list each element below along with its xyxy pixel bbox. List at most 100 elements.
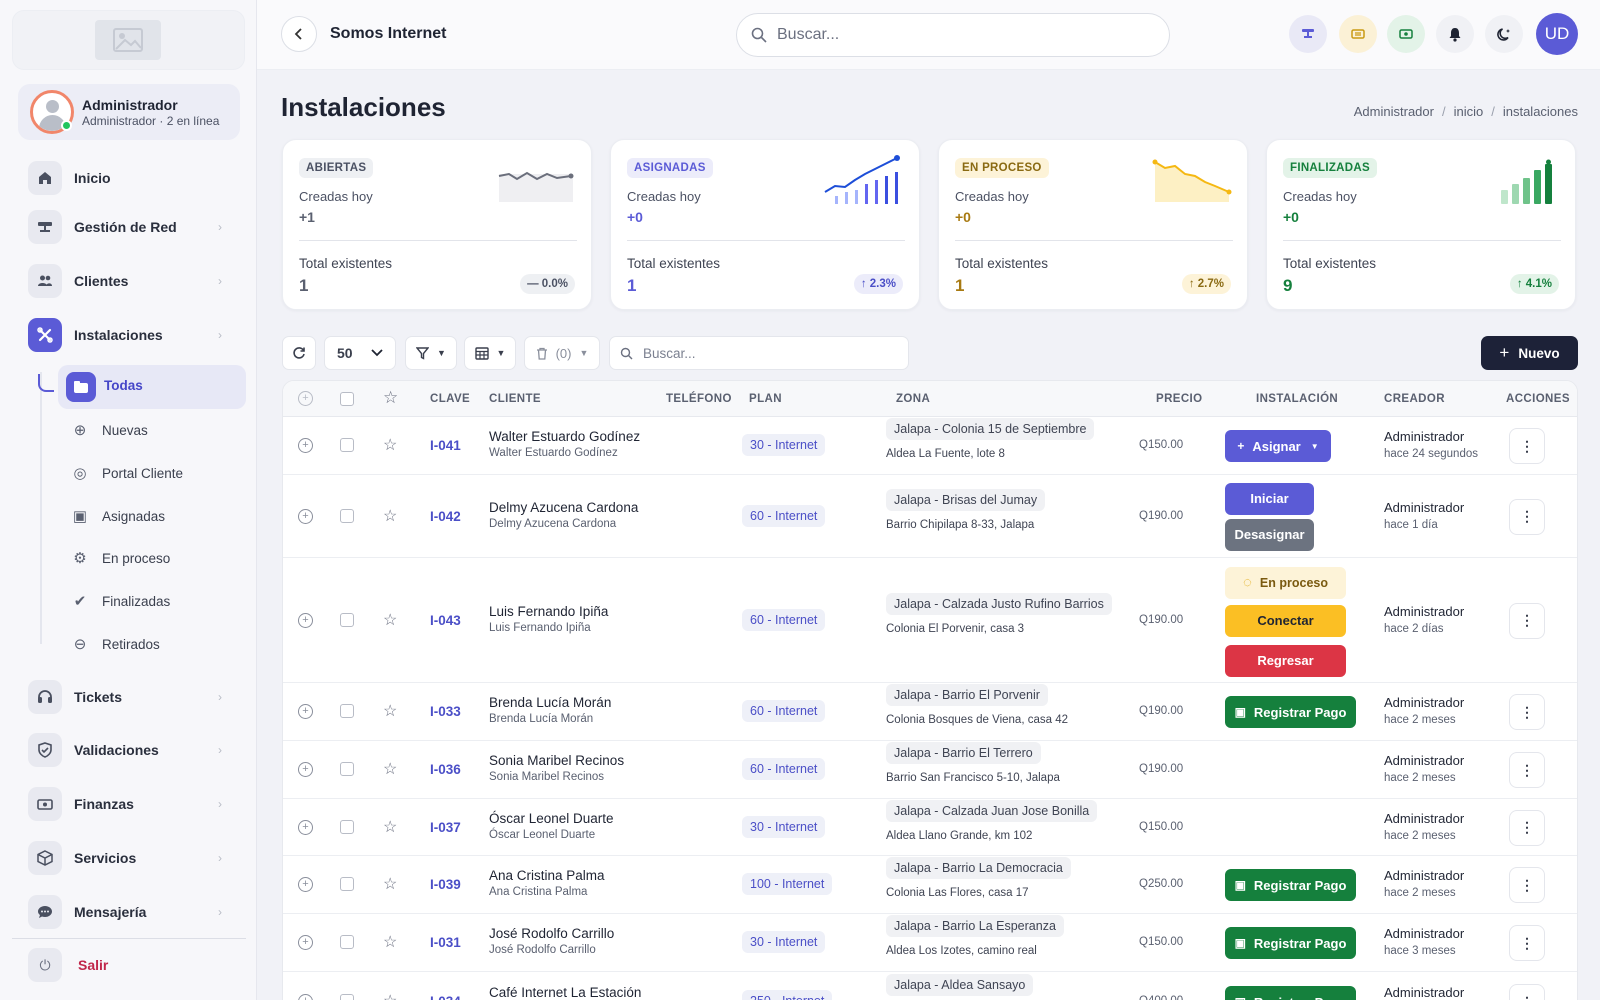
table-row[interactable]: + ☆ I-041 Walter Estuardo Godínez Walter Est… xyxy=(283,417,1577,475)
row-clave[interactable]: I-031 xyxy=(430,935,461,950)
page-size-select[interactable]: 50 xyxy=(324,336,396,370)
row-checkbox[interactable] xyxy=(340,877,354,891)
table-row[interactable]: + ☆ I-034 Café Internet La Estación 250 - In… xyxy=(283,972,1577,1000)
column-header-cliente[interactable]: CLIENTE xyxy=(489,393,541,405)
column-header-zona[interactable]: ZONA xyxy=(896,393,930,405)
table-row[interactable]: + ☆ I-042 Delmy Azucena Cardona Delmy Azucen… xyxy=(283,475,1577,558)
client-name[interactable]: Delmy Azucena Cardona xyxy=(489,500,638,515)
row-checkbox[interactable] xyxy=(340,935,354,949)
select-all-checkbox[interactable] xyxy=(340,392,354,406)
submenu-item-nuevas[interactable]: ⊕ Nuevas xyxy=(68,418,148,442)
client-name[interactable]: Brenda Lucía Morán xyxy=(489,695,611,710)
star-icon[interactable]: ☆ xyxy=(383,991,397,1000)
row-clave[interactable]: I-041 xyxy=(430,438,461,453)
register-payment-button[interactable]: ▣ Registrar Pago xyxy=(1225,986,1356,1000)
sidebar-item-finanzas[interactable]: Finanzas › xyxy=(28,787,228,821)
column-header-plan[interactable]: PLAN xyxy=(749,393,782,405)
stat-card-asignadas[interactable]: ASIGNADAS Creadas hoy +0 Total existente… xyxy=(610,139,920,310)
star-icon[interactable]: ☆ xyxy=(383,388,398,408)
sidebar-item-tickets[interactable]: Tickets › xyxy=(28,680,228,714)
expand-row-icon[interactable]: + xyxy=(298,762,313,777)
expand-row-icon[interactable]: + xyxy=(298,877,313,892)
row-clave[interactable]: I-036 xyxy=(430,762,461,777)
global-search[interactable] xyxy=(736,13,1170,57)
star-icon[interactable]: ☆ xyxy=(383,817,397,837)
star-icon[interactable]: ☆ xyxy=(383,435,397,455)
sidebar-item-inicio[interactable]: Inicio xyxy=(28,161,228,195)
row-clave[interactable]: I-034 xyxy=(430,994,461,1000)
ticket-shortcut-button[interactable] xyxy=(1339,15,1377,53)
row-actions-menu[interactable]: ⋮ xyxy=(1509,752,1545,788)
back-button[interactable] xyxy=(281,16,317,52)
network-shortcut-button[interactable] xyxy=(1289,15,1327,53)
stat-card-en-proceso[interactable]: EN PROCESO Creadas hoy +0 Total existent… xyxy=(938,139,1248,310)
submenu-item-retirados[interactable]: ⊖ Retirados xyxy=(68,632,160,656)
unassign-button[interactable]: Desasignar xyxy=(1225,518,1314,551)
row-clave[interactable]: I-042 xyxy=(430,509,461,524)
row-actions-menu[interactable]: ⋮ xyxy=(1509,809,1545,846)
table-row[interactable]: + ☆ I-039 Ana Cristina Palma Ana Cristina Pa… xyxy=(283,856,1577,914)
expand-row-icon[interactable]: + xyxy=(298,994,313,1000)
table-row[interactable]: + ☆ I-031 José Rodolfo Carrillo José Rodolfo… xyxy=(283,914,1577,972)
expand-row-icon[interactable]: + xyxy=(298,438,313,453)
theme-toggle-button[interactable] xyxy=(1485,15,1523,53)
row-checkbox[interactable] xyxy=(340,819,354,834)
connect-button[interactable]: Conectar xyxy=(1225,604,1346,637)
star-icon[interactable]: ☆ xyxy=(383,759,397,779)
submenu-item-asignadas[interactable]: ▣ Asignadas xyxy=(68,504,165,528)
submenu-item-en-proceso[interactable]: ⚙ En proceso xyxy=(68,546,170,570)
breadcrumb-item[interactable]: Administrador xyxy=(1354,104,1434,119)
return-button[interactable]: Regresar xyxy=(1225,644,1346,677)
column-header-instalacion[interactable]: INSTALACIÓN xyxy=(1256,393,1338,405)
star-icon[interactable]: ☆ xyxy=(383,932,397,952)
start-button[interactable]: Iniciar xyxy=(1225,482,1314,515)
client-name[interactable]: Café Internet La Estación xyxy=(489,985,641,1000)
submenu-item-portal-cliente[interactable]: ◎ Portal Cliente xyxy=(68,461,183,485)
sidebar-item-instalaciones[interactable]: Instalaciones › xyxy=(28,318,228,352)
expand-row-icon[interactable]: + xyxy=(298,819,313,835)
row-actions-menu[interactable]: ⋮ xyxy=(1509,925,1545,961)
sidebar-item-gestion-red[interactable]: Gestión de Red › xyxy=(28,210,228,244)
logo[interactable] xyxy=(12,10,245,70)
expand-row-icon[interactable]: + xyxy=(298,935,313,950)
user-card[interactable]: Administrador Administrador · 2 en línea xyxy=(18,84,240,140)
column-header-telefono[interactable]: TELÉFONO xyxy=(666,393,732,405)
new-installation-button[interactable]: + Nuevo xyxy=(1481,336,1578,370)
row-actions-menu[interactable]: ⋮ xyxy=(1509,498,1545,535)
row-clave[interactable]: I-037 xyxy=(430,820,461,835)
logout-button[interactable]: ⏻ Salir xyxy=(28,948,108,982)
row-actions-menu[interactable]: ⋮ xyxy=(1509,602,1545,639)
table-search[interactable] xyxy=(609,336,909,370)
row-checkbox[interactable] xyxy=(340,508,354,523)
register-payment-button[interactable]: ▣ Registrar Pago xyxy=(1225,869,1356,901)
breadcrumb-item[interactable]: inicio xyxy=(1454,104,1484,119)
expand-row-icon[interactable]: + xyxy=(298,612,313,628)
row-checkbox[interactable] xyxy=(340,762,354,776)
sidebar-item-clientes[interactable]: Clientes › xyxy=(28,264,228,298)
register-payment-button[interactable]: ▣ Registrar Pago xyxy=(1225,927,1356,959)
row-actions-menu[interactable]: ⋮ xyxy=(1509,984,1545,1000)
register-payment-button[interactable]: ▣ Registrar Pago xyxy=(1225,696,1356,728)
star-icon[interactable]: ☆ xyxy=(383,610,397,630)
table-search-input[interactable] xyxy=(643,345,893,361)
client-name[interactable]: Walter Estuardo Godínez xyxy=(489,429,640,444)
row-checkbox[interactable] xyxy=(340,612,354,627)
row-clave[interactable]: I-039 xyxy=(430,877,461,892)
column-header-clave[interactable]: CLAVE xyxy=(430,393,470,405)
bulk-delete-button[interactable]: (0) ▼ xyxy=(524,336,600,370)
columns-button[interactable]: ▼ xyxy=(464,336,516,370)
star-icon[interactable]: ☆ xyxy=(383,506,397,526)
row-actions-menu[interactable]: ⋮ xyxy=(1509,428,1545,464)
expand-row-icon[interactable]: + xyxy=(298,508,313,524)
sidebar-item-servicios[interactable]: Servicios › xyxy=(28,841,228,875)
column-header-precio[interactable]: PRECIO xyxy=(1156,393,1203,405)
expand-row-icon[interactable]: + xyxy=(298,704,313,719)
client-name[interactable]: Sonia Maribel Recinos xyxy=(489,753,624,768)
column-header-creador[interactable]: CREADOR xyxy=(1384,393,1445,405)
client-name[interactable]: Ana Cristina Palma xyxy=(489,868,605,883)
refresh-button[interactable] xyxy=(282,336,316,370)
star-icon[interactable]: ☆ xyxy=(383,701,397,721)
user-avatar-button[interactable]: UD xyxy=(1536,13,1578,55)
table-row[interactable]: + ☆ I-037 Óscar Leonel Duarte Óscar Leonel D… xyxy=(283,799,1577,856)
stat-card-finalizadas[interactable]: FINALIZADAS Creadas hoy +0 Total existen… xyxy=(1266,139,1576,310)
